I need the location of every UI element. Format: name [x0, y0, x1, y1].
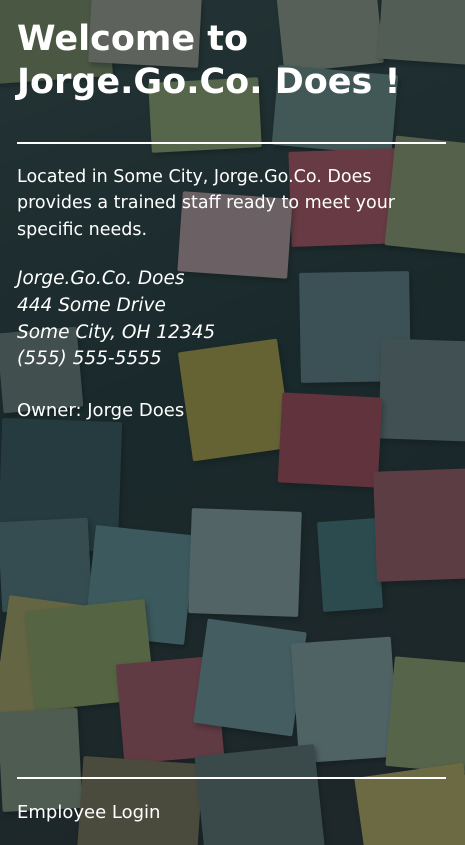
title-line-2: Jorge.Go.Co. Does ! — [17, 61, 401, 102]
divider-top — [17, 142, 446, 144]
divider-bottom — [17, 777, 446, 779]
street-address: 444 Some Drive — [17, 294, 166, 316]
phone-number: (555) 555-5555 — [17, 348, 162, 370]
owner-text: Owner: Jorge Does — [17, 400, 185, 421]
page-title: Welcome to Jorge.Go.Co. Does ! — [17, 18, 447, 103]
title-line-1: Welcome to — [17, 19, 249, 59]
company-address: Jorge.Go.Co. Does 444 Some Drive Some Ci… — [17, 266, 215, 373]
employee-login-link[interactable]: Employee Login — [17, 802, 160, 823]
intro-text: Located in Some City, Jorge.Go.Co. Does … — [17, 167, 395, 240]
city-state-zip: Some City, OH 12345 — [17, 321, 216, 343]
company-name: Jorge.Go.Co. Does — [17, 268, 185, 289]
main-content: Welcome to Jorge.Go.Co. Does ! Located i… — [17, 0, 446, 845]
